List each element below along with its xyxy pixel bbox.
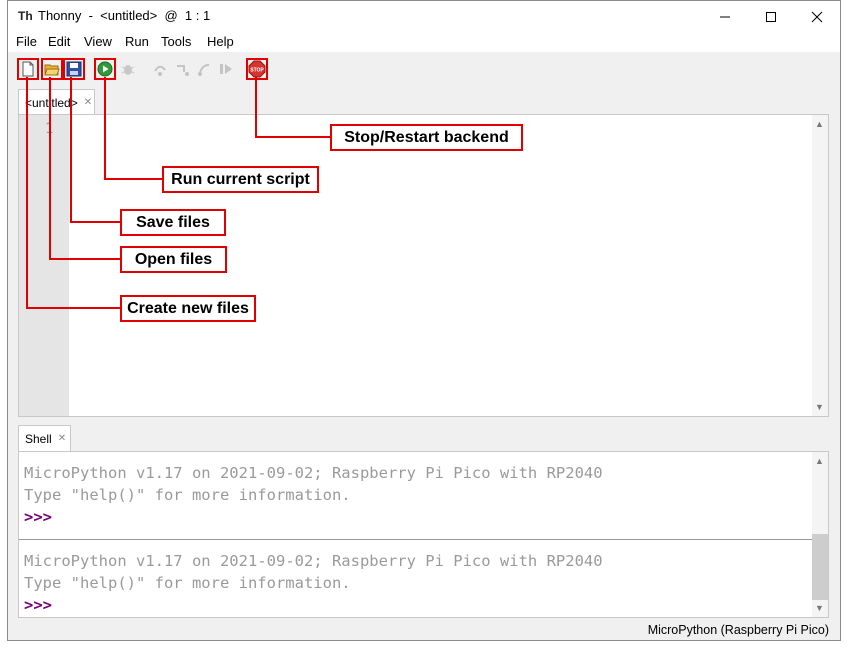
shell-panel[interactable]: MicroPython v1.17 on 2021-09-02; Raspber…: [18, 451, 829, 618]
step-into-icon: [177, 65, 189, 76]
maximize-button[interactable]: [748, 1, 794, 32]
stop-icon-label: STOP: [250, 68, 264, 74]
minimize-icon: [720, 16, 730, 17]
tab-shell[interactable]: Shell ✕: [18, 425, 71, 451]
run-button[interactable]: [94, 58, 116, 80]
menu-view[interactable]: View: [84, 34, 112, 49]
callout-open-files: Open files: [120, 246, 227, 273]
stop-button[interactable]: STOP: [246, 58, 268, 80]
step-over-icon: [154, 65, 166, 76]
shell-banner-line: MicroPython v1.17 on 2021-09-02; Raspber…: [24, 552, 603, 570]
thonny-logo-icon: Th: [18, 9, 33, 23]
shell-prompt: >>>: [24, 596, 52, 614]
stop-icon: STOP: [248, 60, 266, 78]
open-file-icon: [44, 64, 60, 76]
scroll-down-icon[interactable]: ▼: [815, 402, 824, 412]
step-out-icon: [198, 64, 210, 76]
status-bar: MicroPython (Raspberry Pi Pico): [8, 620, 840, 640]
menu-file[interactable]: File: [16, 34, 37, 49]
debug-button[interactable]: [118, 59, 138, 79]
shell-scroll-up-icon[interactable]: ▲: [815, 456, 824, 466]
menu-help[interactable]: Help: [207, 34, 234, 49]
step-out-button[interactable]: [194, 59, 214, 79]
save-file-button[interactable]: [63, 58, 85, 80]
line-number: 1: [45, 121, 54, 137]
callout-stop-restart: Stop/Restart backend: [330, 124, 523, 151]
resume-button[interactable]: [216, 59, 236, 79]
resume-icon: [220, 64, 232, 74]
menu-run[interactable]: Run: [125, 34, 149, 49]
minimize-button[interactable]: [702, 1, 748, 32]
save-file-icon: [66, 61, 82, 77]
tab-close-icon[interactable]: ✕: [84, 97, 92, 108]
scroll-up-icon[interactable]: ▲: [815, 119, 824, 129]
title-bar: Th Thonny - <untitled> @ 1 : 1: [8, 1, 840, 32]
tab-untitled-label: <untitled>: [25, 95, 78, 110]
new-file-icon: [22, 61, 34, 77]
window-title: Thonny - <untitled> @ 1 : 1: [38, 8, 211, 23]
tab-shell-label: Shell: [25, 431, 52, 446]
menu-tools[interactable]: Tools: [161, 34, 191, 49]
callout-save-files: Save files: [120, 209, 226, 236]
callout-run-script: Run current script: [162, 166, 319, 193]
maximize-icon: [766, 11, 776, 22]
shell-help-line: Type "help()" for more information.: [24, 486, 351, 504]
interpreter-selector[interactable]: MicroPython (Raspberry Pi Pico): [648, 623, 829, 637]
menu-bar: File Edit View Run Tools Help: [8, 32, 840, 52]
shell-prompt: >>>: [24, 508, 52, 526]
shell-scroll-thumb[interactable]: [812, 534, 828, 600]
toolbar: STOP: [8, 52, 840, 86]
step-over-button[interactable]: [150, 59, 170, 79]
step-into-button[interactable]: [172, 59, 192, 79]
line-number-gutter: 1: [19, 115, 69, 416]
shell-restart-separator: [19, 539, 814, 540]
shell-help-line: Type "help()" for more information.: [24, 574, 351, 592]
editor-scrollbar[interactable]: ▲ ▼: [812, 115, 828, 416]
debug-icon: [121, 65, 135, 75]
run-icon: [97, 61, 113, 77]
callout-create-new-files: Create new files: [120, 295, 256, 322]
menu-edit[interactable]: Edit: [48, 34, 70, 49]
shell-tab-close-icon[interactable]: ✕: [58, 433, 66, 444]
tab-untitled[interactable]: <untitled> ✕: [18, 89, 95, 115]
shell-banner-line: MicroPython v1.17 on 2021-09-02; Raspber…: [24, 464, 603, 482]
close-button[interactable]: [794, 1, 840, 32]
open-file-button[interactable]: [41, 58, 63, 80]
close-icon: [811, 11, 823, 22]
new-file-button[interactable]: [17, 58, 39, 80]
shell-scroll-down-icon[interactable]: ▼: [815, 603, 824, 613]
